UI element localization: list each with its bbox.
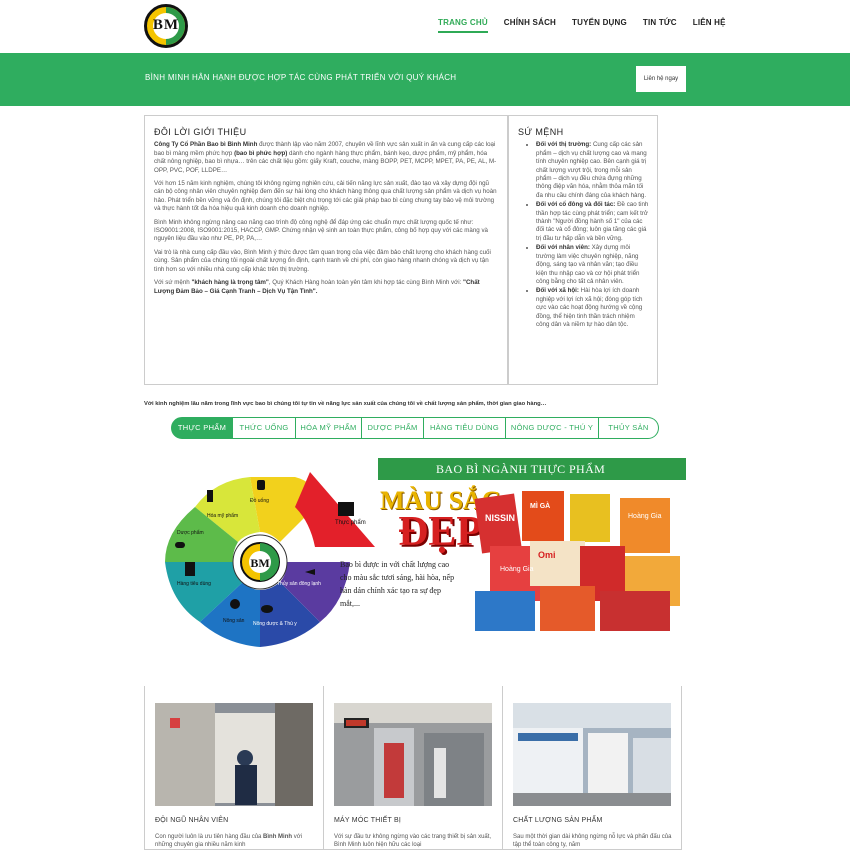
tab-agrochemical-veterinary[interactable]: NÔNG DƯỢC - THÚ Y xyxy=(506,417,599,439)
intro-paragraph-3: Bình Minh không ngừng nâng cao năng cao … xyxy=(154,218,488,243)
intro-paragraph-1: Công Ty Cổ Phần Bao bì Bình Minh được th… xyxy=(154,141,498,175)
industry-wheel-graphic: BM Thực phẩm Đồ uống Hóa mỹ phẩm Dược ph… xyxy=(165,472,375,647)
card-text-bold: Bình Minh xyxy=(263,834,293,840)
segment-label-agri: Nông sản xyxy=(223,618,245,624)
pack-label-hoang-gia-2: Hoàng Gia xyxy=(500,566,534,573)
feature-cards: ĐỘI NGŨ NHÂN VIÊN Con người luôn là ưu t… xyxy=(144,686,686,850)
food-pack-icon xyxy=(338,502,354,516)
tab-cosmetics[interactable]: HÓA MỸ PHẨM xyxy=(296,417,362,439)
product-packages-image: NISSIN MÌ GÀ Hoàng Gia Omi Hoàng Gia xyxy=(474,491,680,631)
card-title: MÁY MÓC THIẾT BỊ xyxy=(334,817,401,824)
pack-label-nissin: NISSIN xyxy=(485,513,515,523)
card-text: Sau một thời gian dài không ngừng nỗ lực… xyxy=(513,834,672,848)
mission-item-head: Đối với xã hội: xyxy=(536,287,579,295)
header: BM TRANG CHỦ CHÍNH SÁCH TUYỂN DỤNG TIN T… xyxy=(0,0,850,53)
mission-item-society: Đối với xã hội: Hài hòa lợi ích doanh ng… xyxy=(536,287,649,329)
sack-icon xyxy=(230,599,240,609)
tab-pharma[interactable]: DƯỢC PHẨM xyxy=(362,417,424,439)
mission-title: SỨ MỆNH xyxy=(518,127,564,137)
card-text: Con người luôn là ưu tiên hàng đầu của B… xyxy=(155,833,315,849)
nav-item-news[interactable]: TIN TỨC xyxy=(643,18,677,33)
card-title: CHẤT LƯỢNG SẢN PHẨM xyxy=(513,817,603,824)
pack-label-omi: Omi xyxy=(538,550,556,560)
machinery-photo xyxy=(334,703,492,806)
package-icon xyxy=(185,562,195,576)
company-name: Công Ty Cổ Phần Bao bì Bình Minh xyxy=(154,141,258,149)
cow-icon xyxy=(261,605,273,613)
intro-p1-bold: (bao bì phức hợp) xyxy=(234,149,288,157)
segment-label-agrochemical: Nông dược & Thú y xyxy=(253,621,297,627)
wheel-logo-letters: BM xyxy=(250,556,269,570)
intro-paragraph-2: Với hơn 15 năm kinh nghiệm, chúng tôi kh… xyxy=(154,180,497,213)
card-text-start: Con người luôn là ưu tiên hàng đầu của xyxy=(155,834,264,840)
intro-p5-bold: "khách hàng là trọng tâm" xyxy=(191,279,269,287)
mission-item-head: Đối với cổ đông và đối tác: xyxy=(536,201,616,209)
card-quality[interactable]: CHẤT LƯỢNG SẢN PHẨM Sau một thời gian dà… xyxy=(502,686,682,850)
cup-icon xyxy=(257,480,265,490)
card-machinery[interactable]: MÁY MÓC THIẾT BỊ Với sự đầu tư không ngừ… xyxy=(323,686,503,850)
contact-now-button[interactable]: Liên hệ ngay xyxy=(636,66,686,92)
segment-label-seafood: Thủy sản đông lạnh xyxy=(277,580,321,587)
warehouse-photo xyxy=(513,703,671,806)
mission-item-partners: Đối với cổ đông và đối tác: Đề cao tinh … xyxy=(536,201,649,243)
mission-panel: SỨ MỆNH Đối với thị trường: Cung cấp các… xyxy=(508,115,658,385)
page: BM TRANG CHỦ CHÍNH SÁCH TUYỂN DỤNG TIN T… xyxy=(0,0,850,850)
pack-label-hoang-gia: Hoàng Gia xyxy=(628,513,662,520)
food-packaging-promo: BAO BÌ NGÀNH THỰC PHẨM MÀU SẮC ĐẸP Bao b… xyxy=(340,458,686,648)
segment-label-beverage: Đồ uống xyxy=(250,498,269,504)
staff-photo xyxy=(155,703,313,806)
mission-item-text: Cung cấp các sản phẩm – dịch vụ chất lượ… xyxy=(536,141,647,199)
logo-letters: BM xyxy=(152,17,180,33)
brand-logo[interactable]: BM xyxy=(144,4,188,48)
segment-label-cosmetics: Hóa mỹ phẩm xyxy=(207,512,238,519)
tab-beverage[interactable]: THỨC UỐNG xyxy=(233,417,296,439)
nav-item-home[interactable]: TRANG CHỦ xyxy=(438,18,488,33)
segment-label-pharma: Dược phẩm xyxy=(177,529,204,536)
tab-consumer-goods[interactable]: HÀNG TIÊU DÙNG xyxy=(424,417,506,439)
mission-item-market: Đối với thị trường: Cung cấp các sản phẩ… xyxy=(536,141,649,200)
mission-item-head: Đối với nhân viên: xyxy=(536,244,590,252)
pack-label-chicken-noodle: MÌ GÀ xyxy=(530,501,550,510)
category-tabs: THỰC PHẨM THỨC UỐNG HÓA MỸ PHẨM DƯỢC PHẨ… xyxy=(171,417,659,439)
nav-item-contact[interactable]: LIÊN HỆ xyxy=(693,18,726,33)
intro-title: ĐÔI LỜI GIỚI THIỆU xyxy=(154,127,247,137)
tab-food[interactable]: THỰC PHẨM xyxy=(171,417,233,439)
card-title: ĐỘI NGŨ NHÂN VIÊN xyxy=(155,817,229,824)
hero-banner: BÌNH MINH HÂN HẠNH ĐƯỢC HỢP TÁC CÙNG PHÁ… xyxy=(0,53,850,106)
main-nav: TRANG CHỦ CHÍNH SÁCH TUYỂN DỤNG TIN TỨC … xyxy=(438,18,742,33)
intro-p5-mid: , Quý Khách Hàng hoàn toàn yên tâm khi h… xyxy=(268,279,464,287)
mission-list: Đối với thị trường: Cung cấp các sản phẩ… xyxy=(518,141,649,329)
nav-item-policy[interactable]: CHÍNH SÁCH xyxy=(504,18,556,33)
card-staff[interactable]: ĐỘI NGŨ NHÂN VIÊN Con người luôn là ưu t… xyxy=(144,686,324,850)
pill-icon xyxy=(175,542,185,548)
mission-item-employees: Đối với nhân viên: Xây dựng môi trường l… xyxy=(536,244,649,286)
intro-paragraph-5: Với sứ mệnh "khách hàng là trọng tâm", Q… xyxy=(154,279,498,296)
segment-label-consumer: Hàng tiêu dùng xyxy=(177,581,211,587)
intro-p5-start: Với sứ mệnh xyxy=(154,279,192,287)
nav-item-careers[interactable]: TUYỂN DỤNG xyxy=(572,18,627,33)
banner-message: BÌNH MINH HÂN HẠNH ĐƯỢC HỢP TÁC CÙNG PHÁ… xyxy=(145,73,457,82)
card-text: Với sự đầu tư không ngừng vào các trang … xyxy=(334,834,492,848)
tab-seafood[interactable]: THỦY SẢN xyxy=(599,417,659,439)
mission-item-head: Đối với thị trường: xyxy=(536,141,592,149)
bottle-icon xyxy=(207,490,213,502)
experience-tagline: Với kinh nghiệm lâu năm trong lĩnh vực b… xyxy=(144,401,547,407)
intro-paragraph-4: Vai trò là nhà cung cấp đầu vào, Bình Mi… xyxy=(154,248,491,273)
segment-label-food: Thực phẩm xyxy=(335,519,366,526)
promo-title: BAO BÌ NGÀNH THỰC PHẨM xyxy=(436,462,606,476)
promo-description: Bao bì được in với chất lượng cao cho mà… xyxy=(340,560,455,608)
intro-panel: ĐÔI LỜI GIỚI THIỆU Công Ty Cổ Phần Bao b… xyxy=(144,115,508,385)
